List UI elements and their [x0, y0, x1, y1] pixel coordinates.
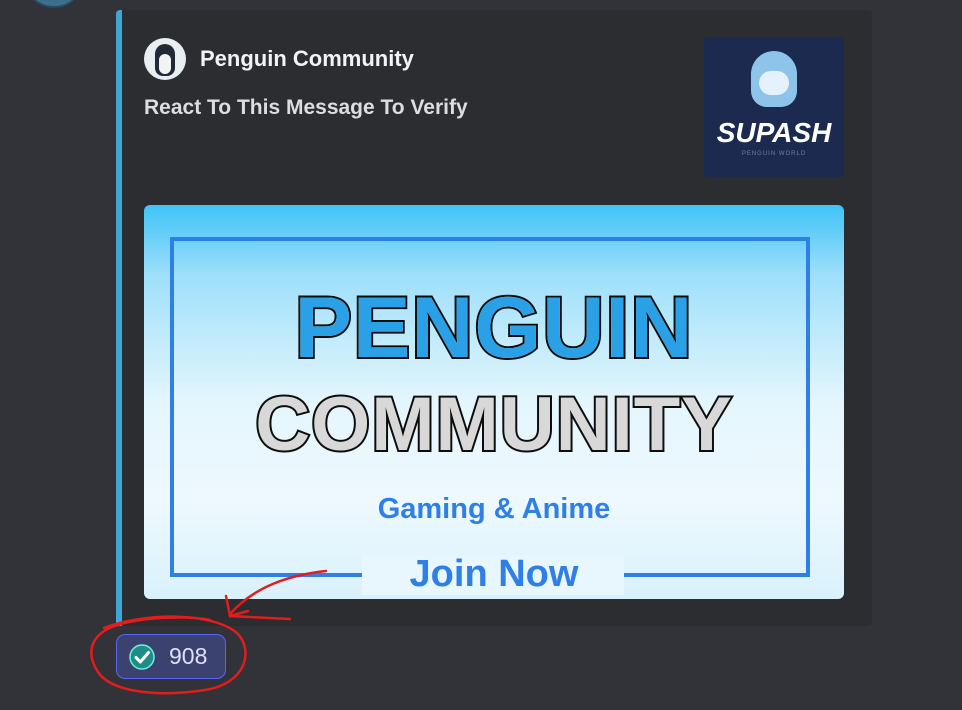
annotation-arrow-line: [228, 569, 328, 616]
red-annotation-overlay: [90, 569, 328, 695]
annotation-circle: [90, 615, 247, 695]
